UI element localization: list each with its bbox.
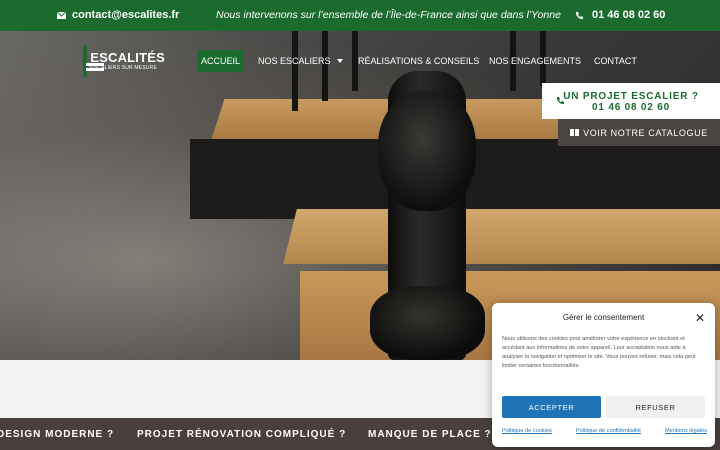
phone-link[interactable]: 01 46 08 02 60	[575, 9, 665, 21]
nav-item-contact[interactable]: CONTACT	[590, 50, 641, 72]
cta-line1: UN PROJET ESCALIER ?	[563, 91, 699, 102]
phone-text: 01 46 08 02 60	[592, 9, 666, 21]
email-text: contact@escalites.fr	[72, 9, 180, 21]
cookie-title: Gérer le consentement	[562, 313, 645, 322]
nav-label: NOS ENGAGEMENTS	[489, 56, 582, 66]
phone-icon	[576, 11, 583, 19]
email-link[interactable]: contact@escalites.fr	[57, 9, 179, 21]
project-call-button[interactable]: UN PROJET ESCALIER ? 01 46 08 02 60	[542, 83, 720, 119]
logo-mark-icon	[83, 45, 106, 77]
nav-item-nos-escaliers[interactable]: NOS ESCALIERS	[254, 50, 347, 72]
catalog-button[interactable]: VOIR NOTRE CATALOGUE	[558, 119, 720, 146]
cookie-links: Politique de cookies Politique de confid…	[502, 428, 707, 434]
nav-item-accueil[interactable]: ACCUEIL	[197, 50, 245, 72]
nav-item-engagements[interactable]: NOS ENGAGEMENTS	[485, 50, 585, 72]
cookie-consent-dialog: Gérer le consentement ✕ Nous utilisons d…	[492, 303, 715, 447]
logo-name: ESCALITÉS	[90, 49, 165, 65]
ticker-item: PROJET RÉNOVATION COMPLIQUÉ ?	[137, 429, 347, 440]
catalog-label: VOIR NOTRE CATALOGUE	[583, 127, 708, 138]
book-icon	[570, 129, 580, 136]
nav-label: NOS ESCALIERS	[258, 56, 331, 66]
legal-notice-link[interactable]: Mentions légales	[665, 428, 707, 434]
phone-icon	[557, 97, 564, 105]
chevron-down-icon	[336, 59, 343, 63]
refuse-cookies-button[interactable]: REFUSER	[606, 396, 705, 418]
envelope-icon	[57, 11, 66, 19]
cookie-body-text: Nous utilisons des cookies pour améliore…	[502, 336, 696, 369]
nav-label: RÉALISATIONS & CONSEILS	[358, 56, 480, 66]
service-area-tagline: Nous intervenons sur l’ensemble de l’Île…	[216, 9, 561, 21]
accept-cookies-button[interactable]: ACCEPTER	[502, 396, 601, 418]
site-logo[interactable]: ESCALITÉS ESCALIERS SUR MESURE	[83, 43, 165, 79]
nav-label: ACCUEIL	[201, 56, 241, 66]
nav-label: CONTACT	[594, 56, 637, 66]
cta-line2: 01 46 08 02 60	[592, 102, 670, 113]
privacy-policy-link[interactable]: Politique de confidentialité	[576, 428, 641, 434]
cookie-policy-link[interactable]: Politique de cookies	[502, 428, 552, 434]
ticker-item: MANQUE DE PLACE ?	[368, 429, 492, 440]
ticker-item: DESIGN MODERNE ?	[0, 429, 115, 440]
nav-item-realisations[interactable]: RÉALISATIONS & CONSEILS	[354, 50, 483, 72]
close-icon[interactable]: ✕	[695, 311, 705, 325]
top-bar: contact@escalites.fr Nous intervenons su…	[0, 0, 720, 31]
